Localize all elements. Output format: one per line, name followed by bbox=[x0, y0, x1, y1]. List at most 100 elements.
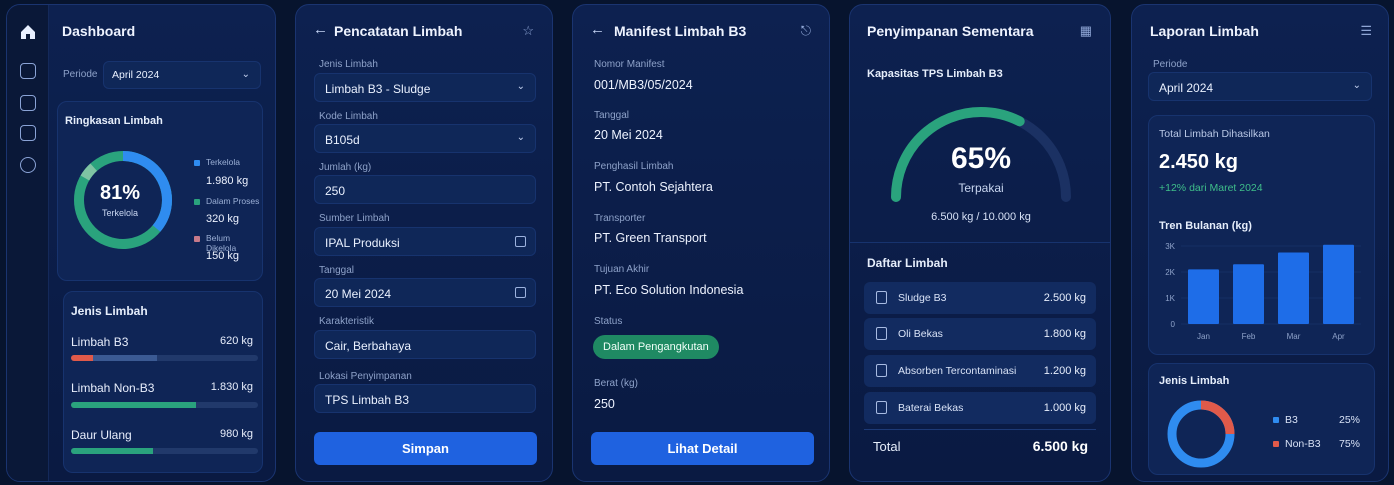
calendar-icon[interactable] bbox=[515, 287, 526, 298]
save-button[interactable]: Simpan bbox=[314, 432, 537, 465]
legend-value-b3: 25% bbox=[1338, 414, 1360, 426]
trend-bar bbox=[1188, 269, 1219, 324]
date-input[interactable]: 20 Mei 2024 bbox=[314, 278, 536, 307]
report-period-select[interactable]: April 2024 ⌄ bbox=[1148, 72, 1372, 101]
document-nav-icon[interactable] bbox=[20, 125, 36, 141]
side-rail bbox=[7, 5, 49, 481]
chevron-down-icon: ⌄ bbox=[1352, 80, 1361, 91]
type-bar-recycle-fill bbox=[71, 448, 153, 454]
report-title: Laporan Limbah bbox=[1150, 23, 1259, 39]
characteristic-value: Cair, Berbahaya bbox=[325, 339, 412, 353]
waste-type-select[interactable]: Limbah B3 - Sludge ⌄ bbox=[314, 73, 536, 102]
storage-location-input[interactable]: TPS Limbah B3 bbox=[314, 384, 536, 413]
dashboard-title: Dashboard bbox=[62, 23, 136, 39]
list-item[interactable]: Baterai Bekas 1.000 kg bbox=[864, 392, 1096, 424]
status-badge: Dalam Pengangkutan bbox=[593, 335, 719, 359]
recycle-nav-icon[interactable] bbox=[20, 95, 36, 111]
star-icon[interactable]: ☆ bbox=[522, 23, 534, 39]
manifest-date: 20 Mei 2024 bbox=[594, 128, 663, 142]
x-tick-label: Jan bbox=[1197, 332, 1210, 341]
period-select[interactable]: April 2024 ⌄ bbox=[103, 61, 261, 89]
trend-title: Tren Bulanan (kg) bbox=[1159, 220, 1252, 232]
manifest-weight: 250 bbox=[594, 397, 615, 411]
record-title: Pencatatan Limbah bbox=[334, 23, 463, 39]
home-icon[interactable] bbox=[19, 23, 37, 41]
donut-caption: Terkelola bbox=[102, 208, 139, 218]
type-label-b3: Limbah B3 bbox=[71, 335, 129, 349]
view-detail-button[interactable]: Lihat Detail bbox=[591, 432, 814, 465]
waste-record-panel: ← Pencatatan Limbah ☆ Jenis Limbah Limba… bbox=[295, 4, 553, 482]
x-tick-label: Apr bbox=[1332, 332, 1345, 341]
menu-icon[interactable]: ☰ bbox=[1360, 23, 1372, 39]
list-item[interactable]: Absorben Tercontaminasi 1.200 kg bbox=[864, 355, 1096, 387]
oil-can-icon bbox=[876, 327, 887, 340]
list-item-value: 1.200 kg bbox=[1043, 365, 1086, 377]
manifest-label-transporter: Transporter bbox=[594, 213, 646, 224]
types-card: Jenis Limbah Limbah B3 620 kg Limbah Non… bbox=[63, 291, 263, 473]
battery-icon bbox=[876, 401, 887, 414]
report-types-title: Jenis Limbah bbox=[1159, 375, 1230, 387]
building-icon[interactable]: ▦ bbox=[1080, 23, 1092, 39]
amount-input[interactable]: 250 bbox=[314, 175, 536, 204]
manifest-label-number: Nomor Manifest bbox=[594, 59, 665, 70]
type-value-nonb3: 1.830 kg bbox=[210, 381, 253, 393]
type-value-recycle: 980 kg bbox=[219, 428, 253, 440]
legend-value-nonb3: 75% bbox=[1338, 438, 1360, 450]
legend-dot-managed bbox=[194, 160, 200, 166]
storage-location-value: TPS Limbah B3 bbox=[325, 393, 410, 407]
characteristic-input[interactable]: Cair, Berbahaya bbox=[314, 330, 536, 359]
back-arrow-icon[interactable]: ← bbox=[313, 21, 328, 38]
period-label: Periode bbox=[63, 69, 98, 80]
manifest-label-date: Tanggal bbox=[594, 110, 630, 121]
total-label: Total bbox=[873, 439, 901, 454]
manifest-label-status: Status bbox=[594, 316, 623, 327]
types-donut bbox=[1167, 400, 1235, 468]
amount-value: 250 bbox=[325, 184, 346, 198]
legend-value-processing: 320 kg bbox=[206, 213, 240, 225]
source-value: IPAL Produksi bbox=[325, 236, 400, 250]
legend-label-b3: B3 bbox=[1285, 414, 1298, 426]
waste-code-select[interactable]: B105d ⌄ bbox=[314, 124, 536, 153]
type-bar-nonb3 bbox=[71, 402, 258, 408]
manifest-destination: PT. Eco Solution Indonesia bbox=[594, 283, 744, 297]
list-item[interactable]: Oli Bekas 1.800 kg bbox=[864, 318, 1096, 350]
gauge-percentage: 65% bbox=[950, 142, 1012, 175]
dashboard-nav-icon[interactable] bbox=[20, 63, 36, 79]
waste-code-value: B105d bbox=[325, 133, 360, 147]
field-label-source: Sumber Limbah bbox=[319, 213, 390, 224]
report-summary-card: Total Limbah Dihasilkan 2.450 kg +12% da… bbox=[1148, 115, 1375, 355]
factory-icon bbox=[515, 236, 526, 247]
container-icon bbox=[876, 291, 887, 304]
bell-icon[interactable]: ⎋ bbox=[801, 23, 811, 39]
legend-dot-unmanaged bbox=[194, 236, 200, 242]
type-bar-recycle bbox=[71, 448, 258, 454]
source-input[interactable]: IPAL Produksi bbox=[314, 227, 536, 256]
type-label-recycle: Daur Ulang bbox=[71, 428, 132, 442]
summary-title: Ringkasan Limbah bbox=[65, 115, 163, 127]
divider bbox=[850, 242, 1110, 243]
manifest-panel: ← Manifest Limbah B3 ⎋ Nomor Manifest 00… bbox=[572, 4, 830, 482]
report-period-value: April 2024 bbox=[1159, 81, 1214, 95]
settings-nav-icon[interactable] bbox=[20, 157, 36, 173]
manifest-title: Manifest Limbah B3 bbox=[614, 23, 747, 39]
back-arrow-icon[interactable]: ← bbox=[590, 21, 605, 38]
trend-bar bbox=[1233, 264, 1264, 324]
y-tick-label: 1K bbox=[1165, 294, 1175, 303]
date-value: 20 Mei 2024 bbox=[325, 287, 392, 301]
manifest-label-destination: Tujuan Akhir bbox=[594, 264, 650, 275]
list-item[interactable]: Sludge B3 2.500 kg bbox=[864, 282, 1096, 314]
legend-dot-processing bbox=[194, 199, 200, 205]
chevron-down-icon: ⌄ bbox=[516, 81, 525, 92]
gauge-caption: Terpakai bbox=[958, 181, 1004, 195]
x-tick-label: Mar bbox=[1287, 332, 1301, 341]
legend-label-nonb3: Non-B3 bbox=[1285, 438, 1321, 450]
type-bar-nonb3-fill bbox=[71, 402, 196, 408]
field-label-date: Tanggal bbox=[319, 265, 355, 276]
type-label-nonb3: Limbah Non-B3 bbox=[71, 381, 155, 395]
total-waste-title: Total Limbah Dihasilkan bbox=[1159, 128, 1270, 140]
list-title: Daftar Limbah bbox=[867, 256, 948, 270]
field-label-amount: Jumlah (kg) bbox=[319, 162, 372, 173]
list-item-name: Absorben Tercontaminasi bbox=[898, 365, 1017, 377]
donut-percentage: 81% bbox=[100, 182, 141, 204]
manifest-transporter: PT. Green Transport bbox=[594, 231, 707, 245]
